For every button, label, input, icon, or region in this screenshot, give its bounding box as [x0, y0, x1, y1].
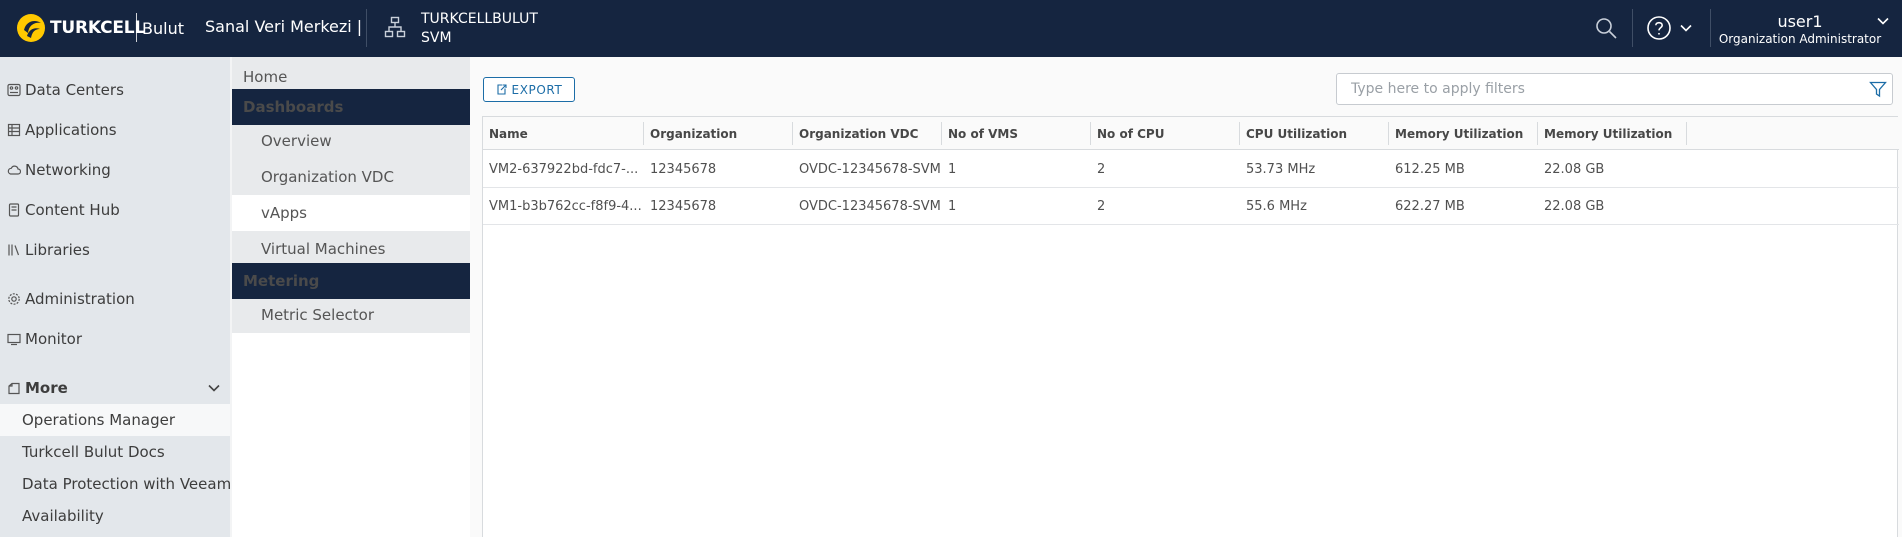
- cell-no-of-vms: 1: [948, 161, 957, 177]
- export-label: EXPORT: [511, 82, 563, 97]
- cell-memory-utilization: 612.25 MB: [1395, 161, 1465, 177]
- cell-cpu-utilization: 55.6 MHz: [1246, 198, 1307, 214]
- cell-memory-utilization-2: 22.08 GB: [1544, 161, 1605, 177]
- subnav-item-vapps[interactable]: vApps: [232, 195, 470, 231]
- search-icon[interactable]: [1594, 16, 1618, 40]
- product-title: Sanal Veri Merkezi |: [205, 17, 363, 36]
- subnav-section-dashboards: Dashboards: [232, 89, 470, 125]
- sidebar-item-more[interactable]: More: [0, 372, 230, 404]
- cell-organization-vdc: OVDC-12345678-SVM-24...: [799, 198, 941, 214]
- turkcell-logo-icon: [17, 14, 45, 42]
- user-name: user1: [1777, 12, 1823, 31]
- column-header-memory-utilization-2[interactable]: Memory Utilization: [1538, 117, 1686, 150]
- sidebar-item-label: Administration: [25, 290, 135, 308]
- main-content: EXPORT Name Organization Organization VD…: [470, 57, 1902, 537]
- export-button[interactable]: EXPORT: [483, 77, 575, 102]
- cell-no-of-vms: 1: [948, 198, 957, 214]
- brand-divider: [136, 13, 137, 42]
- cell-organization: 12345678: [650, 198, 717, 214]
- column-header-organization-vdc[interactable]: Organization VDC: [793, 117, 941, 150]
- chevron-down-icon[interactable]: [207, 381, 221, 395]
- org-switcher[interactable]: TURKCELLBULUT SVM: [421, 10, 538, 48]
- sidebar-item-label: Networking: [25, 161, 111, 179]
- sidebar-item-administration[interactable]: Administration: [0, 283, 230, 315]
- table-row[interactable]: VM2-637922bd-fdc7-... 12345678 OVDC-1234…: [483, 151, 1899, 188]
- sidebar-item-networking[interactable]: Networking: [0, 154, 230, 186]
- filter-input[interactable]: [1351, 74, 1851, 104]
- gear-icon: [8, 293, 20, 305]
- sidebar-item-applications[interactable]: Applications: [0, 114, 230, 146]
- column-header-memory-utilization[interactable]: Memory Utilization: [1389, 117, 1537, 150]
- sidebar-item-availability[interactable]: Availability: [0, 500, 230, 532]
- column-resizer[interactable]: [1686, 122, 1687, 145]
- column-header-no-of-vms[interactable]: No of VMS: [942, 117, 1090, 150]
- sidebar-item-label: Content Hub: [25, 201, 120, 219]
- org-hierarchy-icon: [384, 16, 406, 38]
- cell-memory-utilization-2: 22.08 GB: [1544, 198, 1605, 214]
- table-header: Name Organization Organization VDC No of…: [483, 117, 1899, 150]
- cloud-icon: [7, 165, 21, 175]
- sidebar-item-monitor[interactable]: Monitor: [0, 323, 230, 355]
- sidebar-item-label: More: [25, 379, 68, 397]
- subnav-section-metering: Metering: [232, 263, 470, 299]
- sidebar-item-label: Data Centers: [25, 81, 124, 99]
- help-icon[interactable]: [1646, 15, 1672, 41]
- column-header-cpu-utilization[interactable]: CPU Utilization: [1240, 117, 1388, 150]
- cell-name: VM1-b3b762cc-f8f9-4...: [489, 198, 642, 214]
- sidebar-item-content-hub[interactable]: Content Hub: [0, 194, 230, 226]
- brand-name: TURKCELL: [50, 18, 146, 38]
- sidebar-item-data-protection-veeam[interactable]: Data Protection with Veeam: [0, 468, 231, 500]
- sidebar-item-label: Applications: [25, 121, 117, 139]
- header-divider: [1632, 9, 1633, 47]
- export-icon: [496, 84, 507, 95]
- org-name-line2: SVM: [421, 30, 452, 46]
- cell-name: VM2-637922bd-fdc7-...: [489, 161, 639, 177]
- chevron-down-icon[interactable]: [1876, 14, 1890, 28]
- cell-organization-vdc: OVDC-12345678-SVM-24...: [799, 161, 941, 177]
- data-centers-icon: [7, 83, 21, 97]
- subnav-item-organization-vdc[interactable]: Organization VDC: [232, 159, 470, 195]
- table-row[interactable]: VM1-b3b762cc-f8f9-4... 12345678 OVDC-123…: [483, 188, 1899, 225]
- applications-icon: [7, 123, 21, 137]
- subnav-item-overview[interactable]: Overview: [232, 123, 470, 159]
- main-sidebar: Data Centers Applications Networking Con…: [0, 57, 231, 537]
- subnav-item-metric-selector[interactable]: Metric Selector: [232, 297, 470, 333]
- org-name-line1: TURKCELLBULUT: [421, 11, 538, 27]
- sidebar-item-label: Libraries: [25, 241, 90, 259]
- chevron-down-icon[interactable]: [1679, 21, 1693, 35]
- sidebar-item-operations-manager[interactable]: Operations Manager: [0, 404, 230, 436]
- sidebar-item-turkcell-bulut-docs[interactable]: Turkcell Bulut Docs: [0, 436, 230, 468]
- secondary-nav: Home Dashboards Overview Organization VD…: [232, 57, 470, 537]
- content-hub-icon: [8, 203, 20, 217]
- column-header-name[interactable]: Name: [483, 117, 643, 150]
- vapps-table: Name Organization Organization VDC No of…: [482, 116, 1899, 537]
- libraries-icon: [8, 244, 20, 256]
- monitor-icon: [7, 333, 21, 346]
- cell-no-of-cpu: 2: [1097, 161, 1106, 177]
- app-header: TURKCELL Bulut Sanal Veri Merkezi | TURK…: [0, 0, 1902, 57]
- cell-no-of-cpu: 2: [1097, 198, 1106, 214]
- column-header-organization[interactable]: Organization: [644, 117, 792, 150]
- more-icon: [8, 382, 20, 395]
- cell-memory-utilization: 622.27 MB: [1395, 198, 1465, 214]
- column-header-no-of-cpu[interactable]: No of CPU: [1091, 117, 1239, 150]
- subnav-item-virtual-machines[interactable]: Virtual Machines: [232, 231, 470, 267]
- filter-box: [1336, 73, 1893, 105]
- brand-subname: Bulut: [142, 19, 184, 38]
- cell-organization: 12345678: [650, 161, 717, 177]
- sidebar-item-label: Monitor: [25, 330, 83, 348]
- sidebar-item-data-centers[interactable]: Data Centers: [0, 74, 230, 106]
- header-divider: [366, 9, 367, 47]
- filter-icon[interactable]: [1869, 81, 1887, 98]
- cell-cpu-utilization: 53.73 MHz: [1246, 161, 1316, 177]
- sidebar-item-libraries[interactable]: Libraries: [0, 234, 230, 266]
- user-role: Organization Administrator: [1718, 32, 1882, 46]
